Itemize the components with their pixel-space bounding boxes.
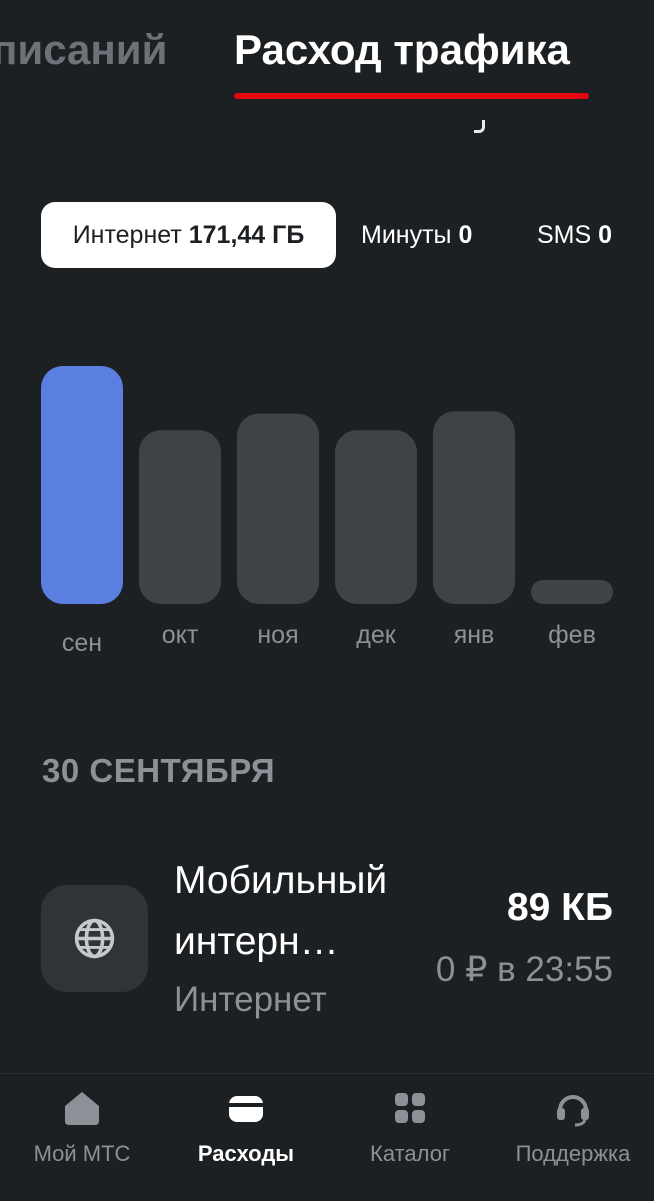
tab-write-offs[interactable]: писаний xyxy=(0,26,167,74)
usage-filter-chips: Интернет 171,44 ГБ Минуты 0 SMS 0 xyxy=(0,202,654,270)
active-tab-indicator xyxy=(234,93,589,99)
chip-sms-label: SMS xyxy=(537,221,592,249)
transaction-category: Интернет xyxy=(174,980,327,1019)
month-label-2: ноя xyxy=(257,621,298,649)
chip-sms[interactable]: SMS 0 xyxy=(537,202,612,268)
monthly-usage-chart: сен окт ноя дек янв фев xyxy=(41,366,613,657)
tab-traffic-usage[interactable]: Расход трафика xyxy=(234,26,570,74)
nav-label-expenses: Расходы xyxy=(197,1141,295,1166)
month-label-5: фев xyxy=(548,621,596,649)
transaction-row[interactable]: Мобильный интерн… Интернет 89 КБ 0 ₽ в 2… xyxy=(0,850,654,1030)
transaction-title: Мобильный интерн… xyxy=(174,859,388,963)
chip-internet-value: 171,44 ГБ xyxy=(188,221,305,249)
bar-2[interactable] xyxy=(237,413,319,604)
month-label-1: окт xyxy=(162,621,199,649)
wallet-icon xyxy=(229,1096,263,1122)
globe-icon xyxy=(74,918,115,959)
bar-1[interactable] xyxy=(139,430,221,604)
nav-catalog[interactable]: Каталог xyxy=(328,1074,492,1201)
nav-label-my-mts: Мой МТС xyxy=(33,1141,131,1166)
tabs-bar: писаний Расход трафика xyxy=(0,0,654,110)
chip-internet[interactable]: Интернет 171,44 ГБ xyxy=(41,202,336,268)
scroll-artifact xyxy=(474,120,485,133)
nav-my-mts[interactable]: Мой МТС xyxy=(0,1074,164,1201)
bar-5[interactable] xyxy=(531,580,613,604)
transaction-icon-tile xyxy=(41,885,148,992)
headset-icon xyxy=(557,1095,589,1127)
chip-sms-value: 0 xyxy=(598,221,613,249)
month-label-0: сен xyxy=(62,629,102,657)
bar-4[interactable] xyxy=(433,411,515,604)
month-label-4: янв xyxy=(454,621,495,649)
chip-minutes-value: 0 xyxy=(458,221,473,249)
month-label-3: дек xyxy=(356,621,396,649)
bar-3[interactable] xyxy=(335,430,417,604)
date-header: 30 СЕНТЯБРЯ xyxy=(42,752,276,789)
grid-icon xyxy=(395,1093,425,1123)
nav-label-catalog: Каталог xyxy=(370,1141,450,1166)
nav-expenses[interactable]: Расходы xyxy=(164,1074,328,1201)
nav-support[interactable]: Поддержка xyxy=(492,1074,654,1201)
bottom-navigation: Мой МТС Расходы Каталог Поддержка xyxy=(0,1073,654,1201)
transaction-price-time: 0 ₽ в 23:55 xyxy=(435,950,613,989)
transaction-amount: 89 КБ xyxy=(506,886,613,929)
nav-label-support: Поддержка xyxy=(515,1141,631,1166)
chip-minutes-label: Минуты xyxy=(361,221,452,249)
chip-internet-label: Интернет xyxy=(72,221,182,249)
bar-0[interactable] xyxy=(41,366,123,604)
home-icon xyxy=(65,1092,99,1125)
chip-minutes[interactable]: Минуты 0 xyxy=(361,202,472,268)
